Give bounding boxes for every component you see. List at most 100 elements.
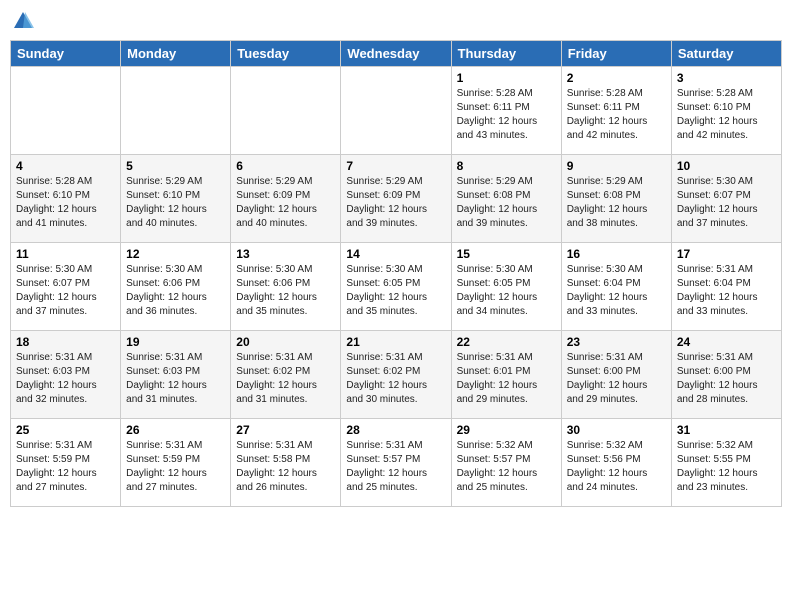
calendar-day-cell: 22Sunrise: 5:31 AM Sunset: 6:01 PM Dayli… — [451, 331, 561, 419]
calendar-day-cell: 20 Sunrise: 5:31 AM Sunset: 6:02 PM Dayli… — [231, 331, 341, 419]
day-info: Sunrise: 5:31 AM Sunset: 6:03 PM Dayligh… — [126, 351, 225, 407]
calendar-header-row: SundayMondayTuesdayWednesdayThursdayFrid… — [11, 41, 782, 67]
calendar-day-cell: 30 Sunrise: 5:32 AM Sunset: 5:56 PM Dayli… — [561, 419, 671, 507]
logo — [10, 10, 34, 32]
day-info: Sunrise: 5:30 AM Sunset: 6:06 PM Dayligh… — [236, 263, 335, 319]
day-info: Sunrise: 5:31 AM Sunset: 6:02 PM Dayligh… — [346, 351, 445, 407]
day-number: 8 — [457, 159, 556, 173]
day-number: 19 — [126, 335, 225, 349]
day-number: 9 — [567, 159, 666, 173]
day-number: 26 — [126, 423, 225, 437]
calendar-day-cell: 27 Sunrise: 5:31 AM Sunset: 5:58 PM Dayli… — [231, 419, 341, 507]
day-info: Sunrise: 5:31 AM Sunset: 6:00 PM Dayligh… — [677, 351, 776, 407]
calendar-week-row: 11 Sunrise: 5:30 AM Sunset: 6:07 PM Dayli… — [11, 243, 782, 331]
calendar-day-cell: 13 Sunrise: 5:30 AM Sunset: 6:06 PM Dayli… — [231, 243, 341, 331]
calendar-day-cell: 29 Sunrise: 5:32 AM Sunset: 5:57 PM Dayli… — [451, 419, 561, 507]
day-of-week-header: Wednesday — [341, 41, 451, 67]
day-number: 20 — [236, 335, 335, 349]
day-number: 3 — [677, 71, 776, 85]
calendar-day-cell: 23 Sunrise: 5:31 AM Sunset: 6:00 PM Dayli… — [561, 331, 671, 419]
day-info: Sunrise: 5:28 AM Sunset: 6:10 PM Dayligh… — [677, 87, 776, 143]
calendar-day-cell: 14 Sunrise: 5:30 AM Sunset: 6:05 PM Dayli… — [341, 243, 451, 331]
day-info: Sunrise: 5:30 AM Sunset: 6:05 PM Dayligh… — [346, 263, 445, 319]
day-number: 31 — [677, 423, 776, 437]
day-number: 25 — [16, 423, 115, 437]
calendar-day-cell: 10 Sunrise: 5:30 AM Sunset: 6:07 PM Dayli… — [671, 155, 781, 243]
day-info: Sunrise: 5:29 AM Sunset: 6:09 PM Dayligh… — [236, 175, 335, 231]
day-number: 13 — [236, 247, 335, 261]
day-info: Sunrise: 5:31 AM Sunset: 6:03 PM Dayligh… — [16, 351, 115, 407]
day-of-week-header: Tuesday — [231, 41, 341, 67]
day-number: 24 — [677, 335, 776, 349]
day-number: 6 — [236, 159, 335, 173]
day-number: 27 — [236, 423, 335, 437]
calendar-day-cell: 12 Sunrise: 5:30 AM Sunset: 6:06 PM Dayli… — [121, 243, 231, 331]
day-info: Sunrise: 5:31 AM Sunset: 6:00 PM Dayligh… — [567, 351, 666, 407]
day-info: Sunrise: 5:31 AM Sunset: 5:58 PM Dayligh… — [236, 439, 335, 495]
day-number: 23 — [567, 335, 666, 349]
day-number: 4 — [16, 159, 115, 173]
calendar-day-cell: 5 Sunrise: 5:29 AM Sunset: 6:10 PM Daylig… — [121, 155, 231, 243]
day-number: 15 — [457, 247, 556, 261]
logo-icon — [12, 10, 34, 32]
calendar-day-cell: 21 Sunrise: 5:31 AM Sunset: 6:02 PM Dayli… — [341, 331, 451, 419]
day-of-week-header: Monday — [121, 41, 231, 67]
calendar-day-cell: 2Sunrise: 5:28 AM Sunset: 6:11 PM Daylig… — [561, 67, 671, 155]
calendar-table: SundayMondayTuesdayWednesdayThursdayFrid… — [10, 40, 782, 507]
day-number: 21 — [346, 335, 445, 349]
day-info: Sunrise: 5:30 AM Sunset: 6:05 PM Dayligh… — [457, 263, 556, 319]
day-info: Sunrise: 5:30 AM Sunset: 6:04 PM Dayligh… — [567, 263, 666, 319]
day-number: 11 — [16, 247, 115, 261]
calendar-day-cell: 8 Sunrise: 5:29 AM Sunset: 6:08 PM Daylig… — [451, 155, 561, 243]
day-number: 30 — [567, 423, 666, 437]
day-info: Sunrise: 5:28 AM Sunset: 6:11 PM Dayligh… — [567, 87, 666, 143]
day-of-week-header: Sunday — [11, 41, 121, 67]
day-number: 16 — [567, 247, 666, 261]
day-info: Sunrise: 5:30 AM Sunset: 6:07 PM Dayligh… — [16, 263, 115, 319]
day-number: 18 — [16, 335, 115, 349]
day-info: Sunrise: 5:32 AM Sunset: 5:57 PM Dayligh… — [457, 439, 556, 495]
page-header — [10, 10, 782, 32]
day-number: 29 — [457, 423, 556, 437]
day-info: Sunrise: 5:30 AM Sunset: 6:07 PM Dayligh… — [677, 175, 776, 231]
day-info: Sunrise: 5:29 AM Sunset: 6:08 PM Dayligh… — [457, 175, 556, 231]
day-info: Sunrise: 5:31 AM Sunset: 6:02 PM Dayligh… — [236, 351, 335, 407]
calendar-day-cell: 7 Sunrise: 5:29 AM Sunset: 6:09 PM Daylig… — [341, 155, 451, 243]
calendar-week-row: 1 Sunrise: 5:28 AM Sunset: 6:11 PM Daylig… — [11, 67, 782, 155]
calendar-day-cell: 16 Sunrise: 5:30 AM Sunset: 6:04 PM Dayli… — [561, 243, 671, 331]
calendar-day-cell: 9Sunrise: 5:29 AM Sunset: 6:08 PM Daylig… — [561, 155, 671, 243]
calendar-day-cell: 18 Sunrise: 5:31 AM Sunset: 6:03 PM Dayli… — [11, 331, 121, 419]
day-number: 14 — [346, 247, 445, 261]
day-number: 1 — [457, 71, 556, 85]
day-info: Sunrise: 5:30 AM Sunset: 6:06 PM Dayligh… — [126, 263, 225, 319]
calendar-day-cell: 3 Sunrise: 5:28 AM Sunset: 6:10 PM Daylig… — [671, 67, 781, 155]
day-info: Sunrise: 5:31 AM Sunset: 5:57 PM Dayligh… — [346, 439, 445, 495]
day-info: Sunrise: 5:28 AM Sunset: 6:11 PM Dayligh… — [457, 87, 556, 143]
calendar-day-cell: 6 Sunrise: 5:29 AM Sunset: 6:09 PM Daylig… — [231, 155, 341, 243]
day-info: Sunrise: 5:31 AM Sunset: 6:04 PM Dayligh… — [677, 263, 776, 319]
calendar-day-cell: 24 Sunrise: 5:31 AM Sunset: 6:00 PM Dayli… — [671, 331, 781, 419]
calendar-week-row: 25 Sunrise: 5:31 AM Sunset: 5:59 PM Dayli… — [11, 419, 782, 507]
day-info: Sunrise: 5:28 AM Sunset: 6:10 PM Dayligh… — [16, 175, 115, 231]
calendar-day-cell: 26 Sunrise: 5:31 AM Sunset: 5:59 PM Dayli… — [121, 419, 231, 507]
calendar-day-cell: 28 Sunrise: 5:31 AM Sunset: 5:57 PM Dayli… — [341, 419, 451, 507]
calendar-day-cell: 15 Sunrise: 5:30 AM Sunset: 6:05 PM Dayli… — [451, 243, 561, 331]
day-info: Sunrise: 5:31 AM Sunset: 5:59 PM Dayligh… — [16, 439, 115, 495]
calendar-day-cell: 25 Sunrise: 5:31 AM Sunset: 5:59 PM Dayli… — [11, 419, 121, 507]
calendar-day-cell — [341, 67, 451, 155]
calendar-day-cell: 19 Sunrise: 5:31 AM Sunset: 6:03 PM Dayli… — [121, 331, 231, 419]
day-number: 7 — [346, 159, 445, 173]
day-of-week-header: Thursday — [451, 41, 561, 67]
calendar-week-row: 18 Sunrise: 5:31 AM Sunset: 6:03 PM Dayli… — [11, 331, 782, 419]
day-info: Sunrise: 5:29 AM Sunset: 6:10 PM Dayligh… — [126, 175, 225, 231]
day-number: 10 — [677, 159, 776, 173]
day-of-week-header: Friday — [561, 41, 671, 67]
day-info: Sunrise: 5:29 AM Sunset: 6:09 PM Dayligh… — [346, 175, 445, 231]
day-number: 22 — [457, 335, 556, 349]
calendar-day-cell — [11, 67, 121, 155]
day-number: 28 — [346, 423, 445, 437]
day-number: 12 — [126, 247, 225, 261]
day-info: Sunrise: 5:32 AM Sunset: 5:56 PM Dayligh… — [567, 439, 666, 495]
day-info: Sunrise: 5:31 AM Sunset: 5:59 PM Dayligh… — [126, 439, 225, 495]
day-number: 5 — [126, 159, 225, 173]
